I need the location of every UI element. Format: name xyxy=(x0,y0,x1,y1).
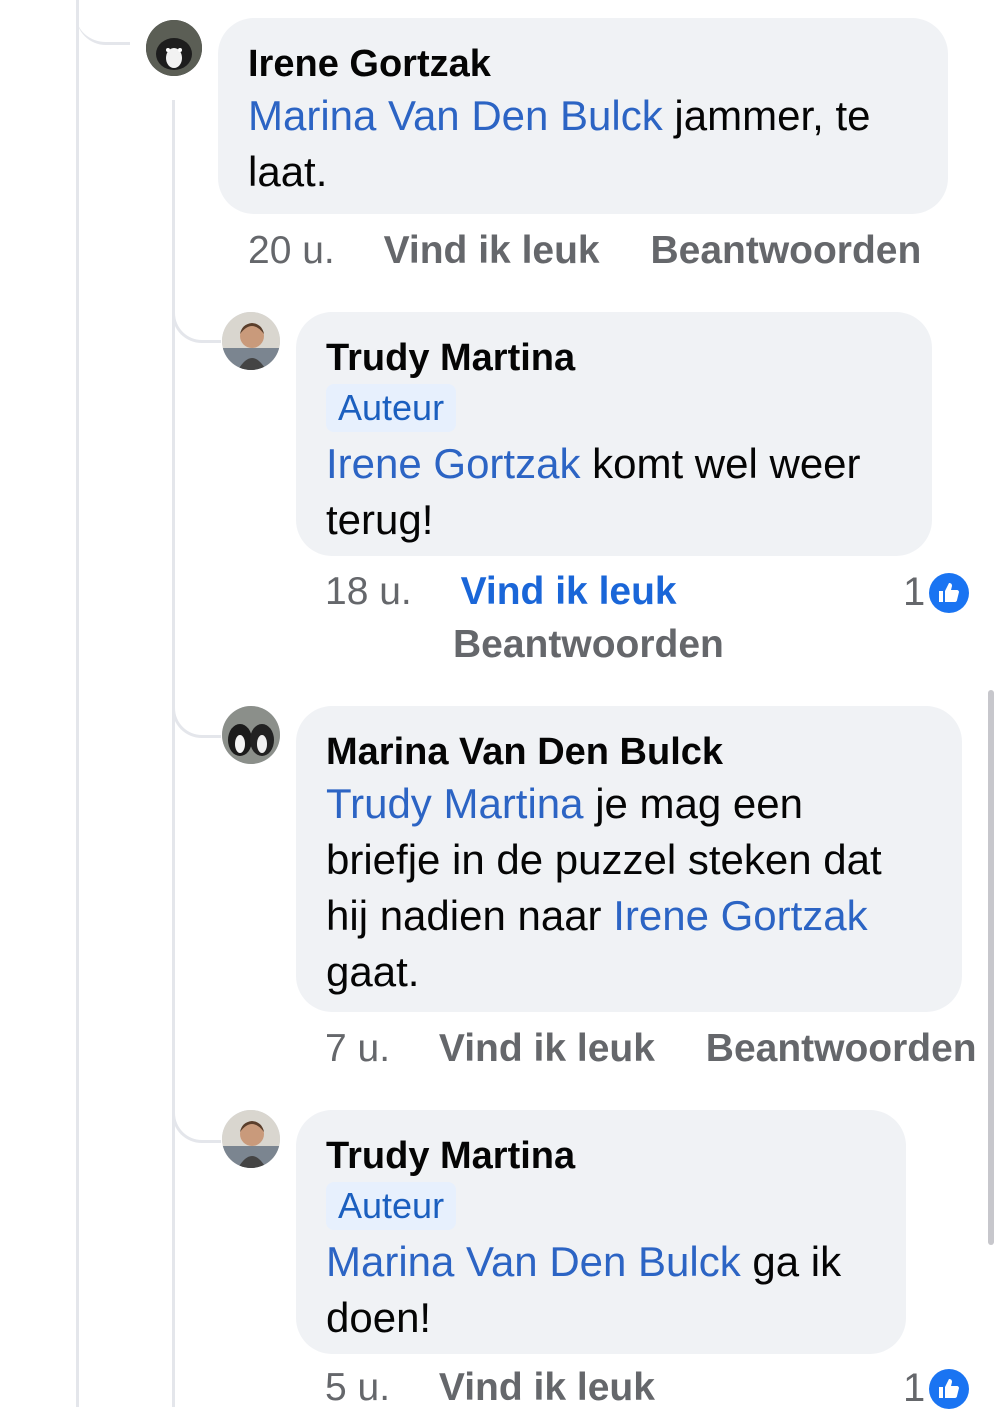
thumbs-up-icon xyxy=(929,572,970,613)
comment-bubble: Irene Gortzak Marina Van Den Bulck jamme… xyxy=(218,18,948,214)
comment-text-part: gaat. xyxy=(326,948,420,995)
comment-text: Marina Van Den Bulck ga ik doen! xyxy=(326,1234,876,1346)
like-button[interactable]: Vind ik leuk xyxy=(461,570,677,613)
comment-text-part: hij nadien naar xyxy=(326,892,614,939)
comment-text-part: jammer, te xyxy=(662,92,871,139)
reply-button[interactable]: Beantwoorden xyxy=(706,1027,977,1070)
avatar[interactable] xyxy=(222,312,280,370)
reply-button[interactable]: Beantwoorden xyxy=(650,229,921,272)
reply-connector xyxy=(172,290,221,343)
reply-button[interactable]: Beantwoorden xyxy=(453,623,724,666)
comment-text: Trudy Martina je mag een briefje in de pu… xyxy=(326,776,932,1000)
comment-author[interactable]: Irene Gortzak xyxy=(248,40,918,88)
comment-author[interactable]: Marina Van Den Bulck xyxy=(326,728,932,776)
like-button[interactable]: Vind ik leuk xyxy=(439,1027,655,1070)
mention-link[interactable]: Marina Van Den Bulck xyxy=(326,1238,741,1285)
mention-link[interactable]: Marina Van Den Bulck xyxy=(248,92,663,139)
mention-link[interactable]: Irene Gortzak xyxy=(326,440,580,487)
comment-actions: 20 u. Vind ik leuk Beantwoorden xyxy=(248,225,921,277)
comment-author[interactable]: Trudy Martina xyxy=(326,1132,876,1180)
comment-text-part: ga ik xyxy=(740,1238,842,1285)
comment-timestamp[interactable]: 18 u. xyxy=(325,570,412,613)
like-button[interactable]: Vind ik leuk xyxy=(384,229,600,272)
comment-text-part: laat. xyxy=(248,148,328,195)
comment-actions: 7 u. Vind ik leuk Beantwoorden xyxy=(325,1023,977,1075)
avatar[interactable] xyxy=(146,20,202,76)
comment-timestamp[interactable]: 7 u. xyxy=(325,1027,390,1070)
comment-text-part: komt wel weer xyxy=(580,440,861,487)
comment-text-part: doen! xyxy=(326,1294,432,1341)
comment-text-part: terug! xyxy=(326,496,434,543)
comment-actions: 18 u. Vind ik leuk xyxy=(325,566,677,618)
avatar[interactable] xyxy=(222,706,280,764)
reply-connector xyxy=(172,1095,221,1143)
comment-actions: 5 u. Vind ik leuk xyxy=(325,1362,655,1414)
reaction-count: 1 xyxy=(903,570,926,614)
comment-text-part: briefje in de puzzel steken dat xyxy=(326,836,882,883)
comment-timestamp[interactable]: 20 u. xyxy=(248,229,335,272)
comment-bubble: Trudy Martina Auteur Irene Gortzak komt … xyxy=(296,312,932,556)
reply-connector xyxy=(172,690,221,738)
outer-thread-line xyxy=(76,0,79,1407)
comment-text: Irene Gortzak komt wel weer terug! xyxy=(326,436,902,548)
comment-actions-row2: Beantwoorden xyxy=(453,619,724,671)
reaction-summary[interactable]: 1 xyxy=(903,1366,970,1411)
comment-timestamp[interactable]: 5 u. xyxy=(325,1366,390,1409)
mention-link[interactable]: Trudy Martina xyxy=(326,780,584,827)
mention-link[interactable]: Irene Gortzak xyxy=(613,892,867,939)
comment-text: Marina Van Den Bulck jammer, te laat. xyxy=(248,88,918,200)
comment-bubble: Marina Van Den Bulck Trudy Martina je ma… xyxy=(296,706,962,1012)
author-badge: Auteur xyxy=(326,384,457,432)
avatar[interactable] xyxy=(222,1110,280,1168)
comment-bubble: Trudy Martina Auteur Marina Van Den Bulc… xyxy=(296,1110,906,1354)
scrollbar[interactable] xyxy=(988,690,994,1245)
like-button[interactable]: Vind ik leuk xyxy=(439,1366,655,1409)
thread-connector xyxy=(76,0,130,45)
reaction-count: 1 xyxy=(903,1366,926,1410)
comment-author[interactable]: Trudy Martina xyxy=(326,334,902,382)
thumbs-up-icon xyxy=(929,1368,970,1409)
comment-text-part: je mag een xyxy=(583,780,804,827)
reaction-summary[interactable]: 1 xyxy=(903,570,970,615)
author-badge: Auteur xyxy=(326,1182,457,1230)
